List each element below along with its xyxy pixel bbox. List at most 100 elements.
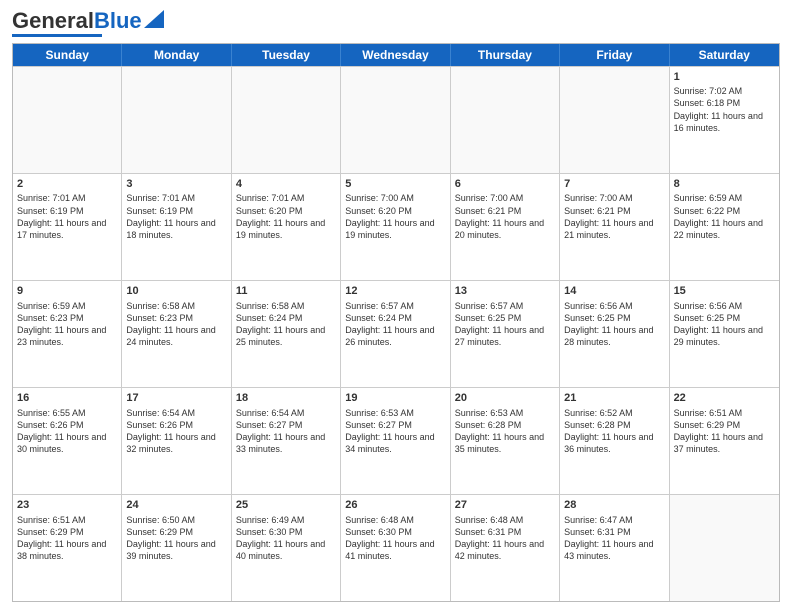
logo: GeneralBlue (12, 10, 164, 37)
day-number: 10 (126, 284, 226, 299)
calendar-cell: 18Sunrise: 6:54 AM Sunset: 6:27 PM Dayli… (232, 388, 341, 494)
calendar-cell: 10Sunrise: 6:58 AM Sunset: 6:23 PM Dayli… (122, 281, 231, 387)
day-number: 24 (126, 498, 226, 513)
cell-info: Sunrise: 6:52 AM Sunset: 6:28 PM Dayligh… (564, 407, 664, 456)
calendar-cell: 7Sunrise: 7:00 AM Sunset: 6:21 PM Daylig… (560, 174, 669, 280)
calendar-cell: 24Sunrise: 6:50 AM Sunset: 6:29 PM Dayli… (122, 495, 231, 601)
cell-info: Sunrise: 7:00 AM Sunset: 6:21 PM Dayligh… (564, 192, 664, 241)
calendar-cell: 19Sunrise: 6:53 AM Sunset: 6:27 PM Dayli… (341, 388, 450, 494)
day-number: 19 (345, 391, 445, 406)
cell-info: Sunrise: 7:00 AM Sunset: 6:20 PM Dayligh… (345, 192, 445, 241)
cell-info: Sunrise: 7:01 AM Sunset: 6:20 PM Dayligh… (236, 192, 336, 241)
calendar-cell: 12Sunrise: 6:57 AM Sunset: 6:24 PM Dayli… (341, 281, 450, 387)
calendar-cell (13, 67, 122, 173)
calendar-cell: 28Sunrise: 6:47 AM Sunset: 6:31 PM Dayli… (560, 495, 669, 601)
cell-info: Sunrise: 6:50 AM Sunset: 6:29 PM Dayligh… (126, 514, 226, 563)
calendar: SundayMondayTuesdayWednesdayThursdayFrid… (12, 43, 780, 603)
calendar-cell (232, 67, 341, 173)
cell-info: Sunrise: 6:55 AM Sunset: 6:26 PM Dayligh… (17, 407, 117, 456)
day-number: 5 (345, 177, 445, 192)
day-number: 23 (17, 498, 117, 513)
day-number: 28 (564, 498, 664, 513)
day-number: 17 (126, 391, 226, 406)
cell-info: Sunrise: 6:59 AM Sunset: 6:23 PM Dayligh… (17, 300, 117, 349)
cell-info: Sunrise: 6:48 AM Sunset: 6:31 PM Dayligh… (455, 514, 555, 563)
calendar-cell: 5Sunrise: 7:00 AM Sunset: 6:20 PM Daylig… (341, 174, 450, 280)
header: GeneralBlue (12, 10, 780, 37)
calendar-cell: 9Sunrise: 6:59 AM Sunset: 6:23 PM Daylig… (13, 281, 122, 387)
cell-info: Sunrise: 6:53 AM Sunset: 6:28 PM Dayligh… (455, 407, 555, 456)
day-number: 9 (17, 284, 117, 299)
cell-info: Sunrise: 6:56 AM Sunset: 6:25 PM Dayligh… (674, 300, 775, 349)
cell-info: Sunrise: 7:02 AM Sunset: 6:18 PM Dayligh… (674, 85, 775, 134)
cell-info: Sunrise: 7:00 AM Sunset: 6:21 PM Dayligh… (455, 192, 555, 241)
day-number: 18 (236, 391, 336, 406)
calendar-cell: 17Sunrise: 6:54 AM Sunset: 6:26 PM Dayli… (122, 388, 231, 494)
day-number: 21 (564, 391, 664, 406)
calendar-row-4: 23Sunrise: 6:51 AM Sunset: 6:29 PM Dayli… (13, 494, 779, 601)
cell-info: Sunrise: 6:57 AM Sunset: 6:24 PM Dayligh… (345, 300, 445, 349)
header-day-wednesday: Wednesday (341, 44, 450, 66)
calendar-cell: 16Sunrise: 6:55 AM Sunset: 6:26 PM Dayli… (13, 388, 122, 494)
calendar-cell: 11Sunrise: 6:58 AM Sunset: 6:24 PM Dayli… (232, 281, 341, 387)
calendar-cell: 21Sunrise: 6:52 AM Sunset: 6:28 PM Dayli… (560, 388, 669, 494)
calendar-header: SundayMondayTuesdayWednesdayThursdayFrid… (13, 44, 779, 66)
cell-info: Sunrise: 6:51 AM Sunset: 6:29 PM Dayligh… (674, 407, 775, 456)
calendar-cell (560, 67, 669, 173)
day-number: 13 (455, 284, 555, 299)
day-number: 4 (236, 177, 336, 192)
day-number: 12 (345, 284, 445, 299)
calendar-cell: 27Sunrise: 6:48 AM Sunset: 6:31 PM Dayli… (451, 495, 560, 601)
calendar-cell: 25Sunrise: 6:49 AM Sunset: 6:30 PM Dayli… (232, 495, 341, 601)
cell-info: Sunrise: 6:51 AM Sunset: 6:29 PM Dayligh… (17, 514, 117, 563)
calendar-row-2: 9Sunrise: 6:59 AM Sunset: 6:23 PM Daylig… (13, 280, 779, 387)
header-day-friday: Friday (560, 44, 669, 66)
calendar-cell: 2Sunrise: 7:01 AM Sunset: 6:19 PM Daylig… (13, 174, 122, 280)
cell-info: Sunrise: 6:53 AM Sunset: 6:27 PM Dayligh… (345, 407, 445, 456)
calendar-row-0: 1Sunrise: 7:02 AM Sunset: 6:18 PM Daylig… (13, 66, 779, 173)
day-number: 8 (674, 177, 775, 192)
calendar-row-1: 2Sunrise: 7:01 AM Sunset: 6:19 PM Daylig… (13, 173, 779, 280)
calendar-cell: 8Sunrise: 6:59 AM Sunset: 6:22 PM Daylig… (670, 174, 779, 280)
day-number: 7 (564, 177, 664, 192)
header-day-tuesday: Tuesday (232, 44, 341, 66)
logo-text: GeneralBlue (12, 10, 142, 32)
day-number: 27 (455, 498, 555, 513)
header-day-monday: Monday (122, 44, 231, 66)
calendar-cell: 15Sunrise: 6:56 AM Sunset: 6:25 PM Dayli… (670, 281, 779, 387)
day-number: 25 (236, 498, 336, 513)
header-day-saturday: Saturday (670, 44, 779, 66)
calendar-cell: 22Sunrise: 6:51 AM Sunset: 6:29 PM Dayli… (670, 388, 779, 494)
cell-info: Sunrise: 7:01 AM Sunset: 6:19 PM Dayligh… (17, 192, 117, 241)
header-day-sunday: Sunday (13, 44, 122, 66)
cell-info: Sunrise: 6:47 AM Sunset: 6:31 PM Dayligh… (564, 514, 664, 563)
cell-info: Sunrise: 6:58 AM Sunset: 6:24 PM Dayligh… (236, 300, 336, 349)
logo-underline (12, 34, 102, 37)
day-number: 14 (564, 284, 664, 299)
cell-info: Sunrise: 6:54 AM Sunset: 6:27 PM Dayligh… (236, 407, 336, 456)
day-number: 1 (674, 70, 775, 85)
calendar-cell: 6Sunrise: 7:00 AM Sunset: 6:21 PM Daylig… (451, 174, 560, 280)
cell-info: Sunrise: 7:01 AM Sunset: 6:19 PM Dayligh… (126, 192, 226, 241)
cell-info: Sunrise: 6:49 AM Sunset: 6:30 PM Dayligh… (236, 514, 336, 563)
day-number: 15 (674, 284, 775, 299)
calendar-cell: 13Sunrise: 6:57 AM Sunset: 6:25 PM Dayli… (451, 281, 560, 387)
cell-info: Sunrise: 6:54 AM Sunset: 6:26 PM Dayligh… (126, 407, 226, 456)
calendar-cell: 4Sunrise: 7:01 AM Sunset: 6:20 PM Daylig… (232, 174, 341, 280)
calendar-body: 1Sunrise: 7:02 AM Sunset: 6:18 PM Daylig… (13, 66, 779, 602)
cell-info: Sunrise: 6:48 AM Sunset: 6:30 PM Dayligh… (345, 514, 445, 563)
calendar-cell: 23Sunrise: 6:51 AM Sunset: 6:29 PM Dayli… (13, 495, 122, 601)
calendar-cell (122, 67, 231, 173)
day-number: 16 (17, 391, 117, 406)
day-number: 6 (455, 177, 555, 192)
day-number: 22 (674, 391, 775, 406)
cell-info: Sunrise: 6:56 AM Sunset: 6:25 PM Dayligh… (564, 300, 664, 349)
calendar-cell: 14Sunrise: 6:56 AM Sunset: 6:25 PM Dayli… (560, 281, 669, 387)
header-day-thursday: Thursday (451, 44, 560, 66)
logo-general: General (12, 8, 94, 33)
calendar-cell (451, 67, 560, 173)
day-number: 3 (126, 177, 226, 192)
calendar-cell: 20Sunrise: 6:53 AM Sunset: 6:28 PM Dayli… (451, 388, 560, 494)
page: GeneralBlue SundayMondayTuesdayWednesday… (0, 0, 792, 612)
calendar-cell: 1Sunrise: 7:02 AM Sunset: 6:18 PM Daylig… (670, 67, 779, 173)
